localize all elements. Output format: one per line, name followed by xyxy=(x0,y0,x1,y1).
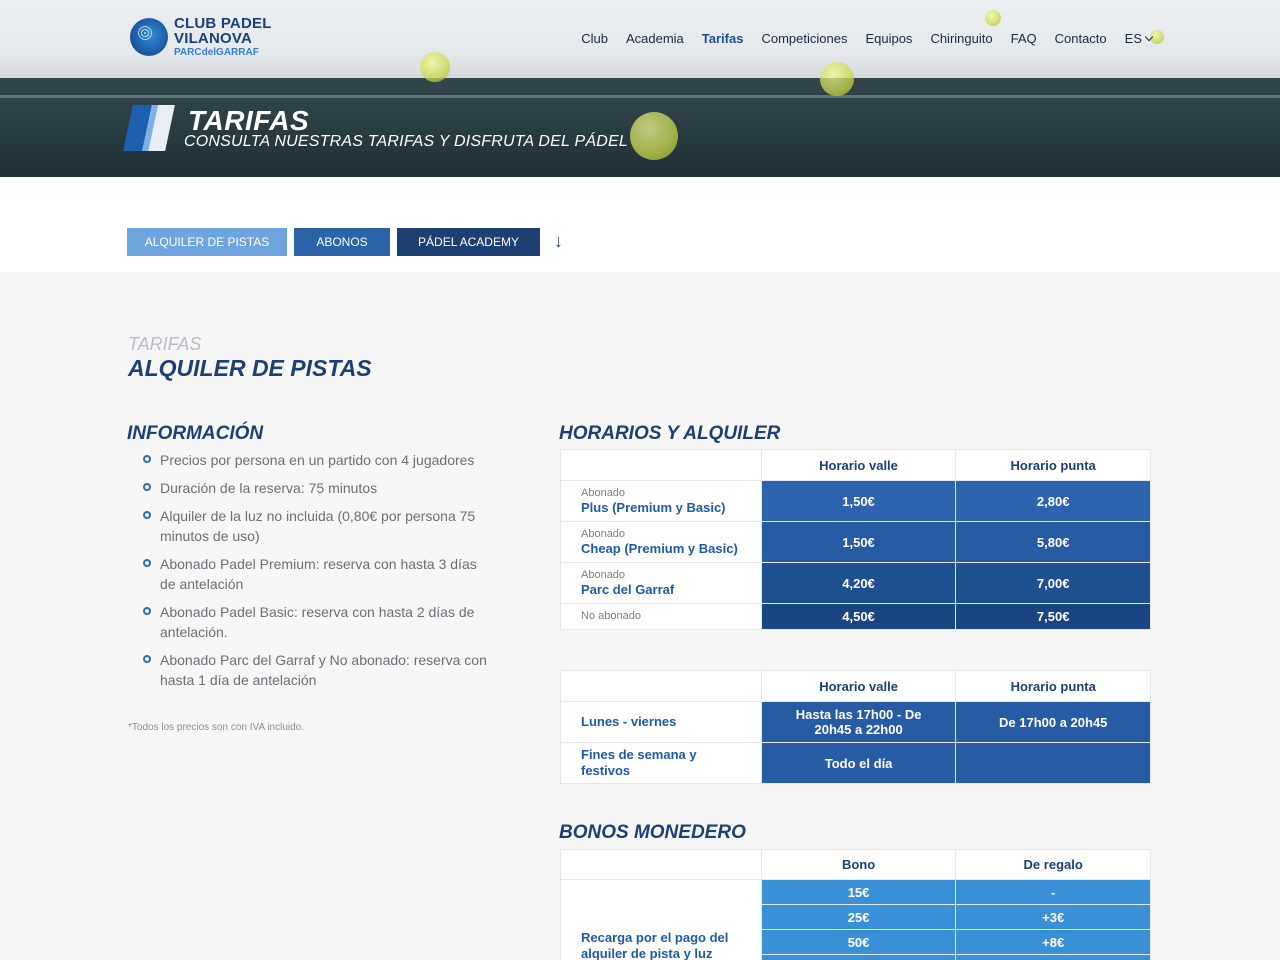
schedule-table: Horario valle Horario punta Lunes - vier… xyxy=(560,670,1151,784)
table-row: Abonado Parc del Garraf 4,20€ 7,00€ xyxy=(560,562,1151,604)
schedule-cell: Hasta las 17h00 - De 20h45 a 22h00 xyxy=(760,701,957,743)
padel-racket-icon xyxy=(130,18,168,56)
ball-decoration xyxy=(420,52,450,82)
bono-cell: 15€ xyxy=(760,879,957,905)
table-row: Abonado Plus (Premium y Basic) 1,50€ 2,80… xyxy=(560,480,1151,522)
ball-decoration xyxy=(820,62,854,96)
header-empty xyxy=(560,670,762,702)
rates-table: Horario valle Horario punta Abonado Plus … xyxy=(560,449,1151,630)
ball-decoration xyxy=(630,112,678,160)
page-subtitle: CONSULTA NUESTRAS TARIFAS Y DISFRUTA DEL… xyxy=(184,133,628,150)
price-cell: 5,80€ xyxy=(955,521,1151,563)
row-label: Abonado Plus (Premium y Basic) xyxy=(560,480,762,522)
schedule-cell: Todo el día xyxy=(760,742,957,784)
list-item: Duración de la reserva: 75 minutos xyxy=(143,478,493,498)
arrow-down-icon[interactable]: ↓ xyxy=(554,231,563,252)
table-row: Abonado Cheap (Premium y Basic) 1,50€ 5,8… xyxy=(560,521,1151,563)
list-item: Precios por persona en un partido con 4 … xyxy=(143,450,493,470)
bullet-icon xyxy=(143,511,151,519)
nav-item-club[interactable]: Club xyxy=(581,31,608,46)
price-cell: 7,00€ xyxy=(955,562,1151,604)
table-header-row: Horario valle Horario punta xyxy=(560,449,1151,481)
price-cell: 7,50€ xyxy=(955,603,1151,630)
table-row: Fines de semana y festivos Todo el día xyxy=(560,742,1151,784)
nav-item-academia[interactable]: Academia xyxy=(626,31,684,46)
header-bono: Bono xyxy=(760,849,957,880)
price-cell: 4,50€ xyxy=(760,603,957,630)
nav-item-equipos[interactable]: Equipos xyxy=(865,31,912,46)
bullet-icon xyxy=(143,607,151,615)
language-selector[interactable]: ES xyxy=(1124,31,1154,46)
price-cell: 1,50€ xyxy=(760,521,957,563)
section-title: ALQUILER DE PISTAS xyxy=(128,355,372,381)
bonos-heading: BONOS MONEDERO xyxy=(559,822,746,843)
list-item: Abonado Padel Premium: reserva con hasta… xyxy=(143,554,493,594)
footnote: *Todos los precios son con IVA incluido. xyxy=(128,722,305,733)
bono-cell xyxy=(760,954,957,960)
logo-line-3: PARCdelGARRAF xyxy=(174,47,259,58)
header-horario-punta: Horario punta xyxy=(955,449,1151,481)
schedule-cell: De 17h00 a 20h45 xyxy=(955,701,1151,743)
ball-decoration xyxy=(985,10,1001,26)
table-row: Recarga por el pago del alquiler de pist… xyxy=(560,879,1151,960)
price-cell: 1,50€ xyxy=(760,480,957,522)
header-horario-punta: Horario punta xyxy=(955,670,1151,702)
list-item: Abonado Padel Basic: reserva con hasta 2… xyxy=(143,602,493,642)
nav-item-faq[interactable]: FAQ xyxy=(1011,31,1037,46)
logo-line-1: CLUB PADEL xyxy=(174,15,272,32)
header-horario-valle: Horario valle xyxy=(760,670,957,702)
chevron-down-icon xyxy=(1144,32,1154,42)
nav-item-contacto[interactable]: Contacto xyxy=(1055,31,1107,46)
bullet-icon xyxy=(143,483,151,491)
bullet-icon xyxy=(143,655,151,663)
header-empty xyxy=(560,849,762,880)
main-nav: Club Academia Tarifas Competiciones Equi… xyxy=(563,31,1154,46)
row-label: Recarga por el pago del alquiler de pist… xyxy=(560,879,762,960)
nav-item-tarifas[interactable]: Tarifas xyxy=(702,31,744,46)
tab-alquiler-de-pistas[interactable]: ALQUILER DE PISTAS xyxy=(127,228,287,256)
tab-abonos[interactable]: ABONOS xyxy=(294,228,390,256)
nav-item-competiciones[interactable]: Competiciones xyxy=(761,31,847,46)
section-kicker: TARIFAS xyxy=(128,334,202,354)
hero-banner: CLUB PADEL VILANOVA PARCdelGARRAF Club A… xyxy=(0,0,1280,177)
table-row: Lunes - viernes Hasta las 17h00 - De 20h… xyxy=(560,701,1151,743)
bono-cell: +8€ xyxy=(955,929,1151,955)
header-empty xyxy=(560,449,762,481)
table-row: No abonado 4,50€ 7,50€ xyxy=(560,603,1151,630)
row-label: Fines de semana y festivos xyxy=(560,742,762,784)
bono-cell: +3€ xyxy=(955,904,1151,930)
bono-cell: - xyxy=(955,879,1151,905)
header-horario-valle: Horario valle xyxy=(760,449,957,481)
bullet-icon xyxy=(143,455,151,463)
header-de-regalo: De regalo xyxy=(955,849,1151,880)
row-label: Abonado Cheap (Premium y Basic) xyxy=(560,521,762,563)
list-item: Abonado Parc del Garraf y No abonado: re… xyxy=(143,650,493,690)
row-label: Abonado Parc del Garraf xyxy=(560,562,762,604)
table-header-row: Horario valle Horario punta xyxy=(560,670,1151,702)
court-line xyxy=(0,95,1280,98)
tabs-band xyxy=(0,177,1280,272)
bonos-table: Bono De regalo Recarga por el pago del a… xyxy=(560,849,1151,960)
bullet-icon xyxy=(143,559,151,567)
price-cell: 4,20€ xyxy=(760,562,957,604)
bono-cell: 50€ xyxy=(760,929,957,955)
club-logo[interactable]: CLUB PADEL VILANOVA PARCdelGARRAF xyxy=(130,16,272,58)
info-heading: INFORMACIÓN xyxy=(127,423,264,444)
schedule-cell xyxy=(955,742,1151,784)
tab-padel-academy[interactable]: PÁDEL ACADEMY xyxy=(397,228,540,256)
language-label: ES xyxy=(1124,31,1142,46)
info-list: Precios por persona en un partido con 4 … xyxy=(143,450,493,698)
row-label: Lunes - viernes xyxy=(560,701,762,743)
logo-line-2: VILANOVA xyxy=(174,30,252,47)
price-cell: 2,80€ xyxy=(955,480,1151,522)
table-header-row: Bono De regalo xyxy=(560,849,1151,880)
nav-item-chiringuito[interactable]: Chiringuito xyxy=(930,31,992,46)
bono-cell: 25€ xyxy=(760,904,957,930)
bono-cell xyxy=(955,954,1151,960)
row-label: No abonado xyxy=(560,603,762,630)
list-item: Alquiler de la luz no incluida (0,80€ po… xyxy=(143,506,493,546)
horarios-heading: HORARIOS Y ALQUILER xyxy=(559,423,781,444)
